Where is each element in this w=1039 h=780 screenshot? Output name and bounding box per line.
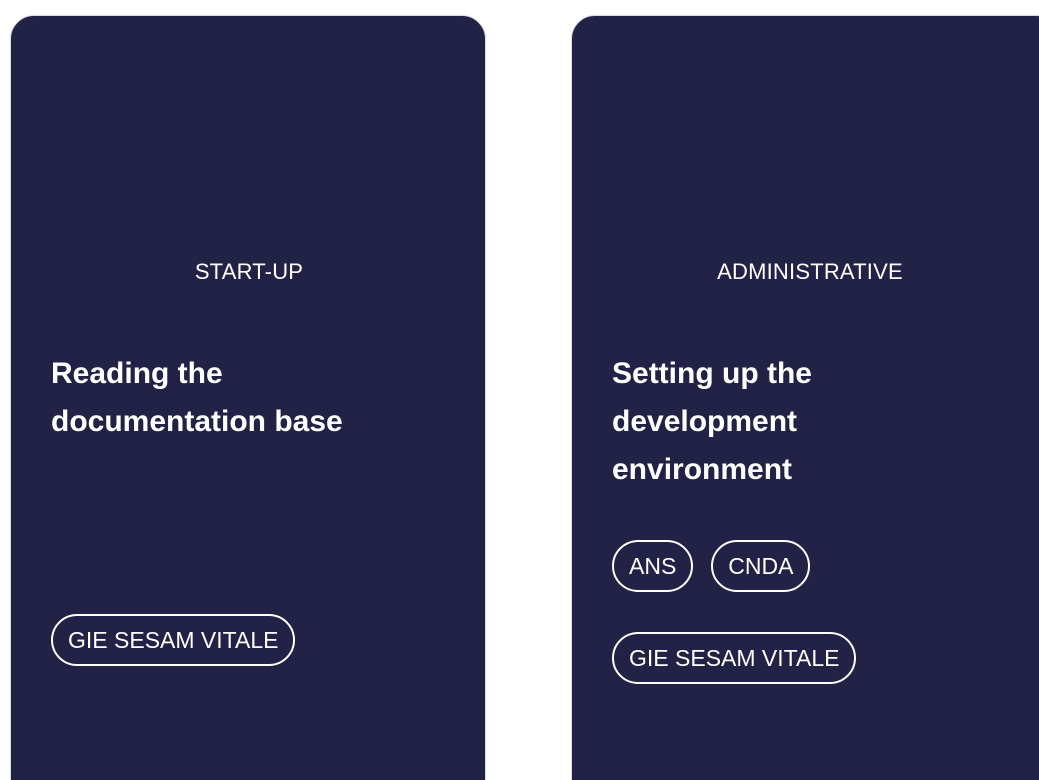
card-category: ADMINISTRATIVE [717, 259, 903, 284]
tag-gie-sesam-vitale[interactable]: GIE SESAM VITALE [612, 632, 857, 684]
card-reading-documentation[interactable]: START-UP Reading the documentation base … [10, 15, 486, 780]
tag-gie-sesam-vitale[interactable]: GIE SESAM VITALE [51, 614, 296, 666]
card-tags: ANS CNDA GIE SESAM VITALE [612, 540, 1012, 684]
card-title: Setting up the development environment [612, 357, 812, 486]
tag-cnda[interactable]: CNDA [711, 540, 811, 592]
card-title: Reading the documentation base [51, 357, 343, 438]
card-grid: START-UP Reading the documentation base … [0, 0, 1039, 780]
tag-ans[interactable]: ANS [612, 540, 694, 592]
card-tags: GIE SESAM VITALE [51, 614, 451, 666]
card-development-environment[interactable]: ADMINISTRATIVE Setting up the developmen… [571, 15, 1039, 780]
card-category: START-UP [194, 259, 304, 284]
